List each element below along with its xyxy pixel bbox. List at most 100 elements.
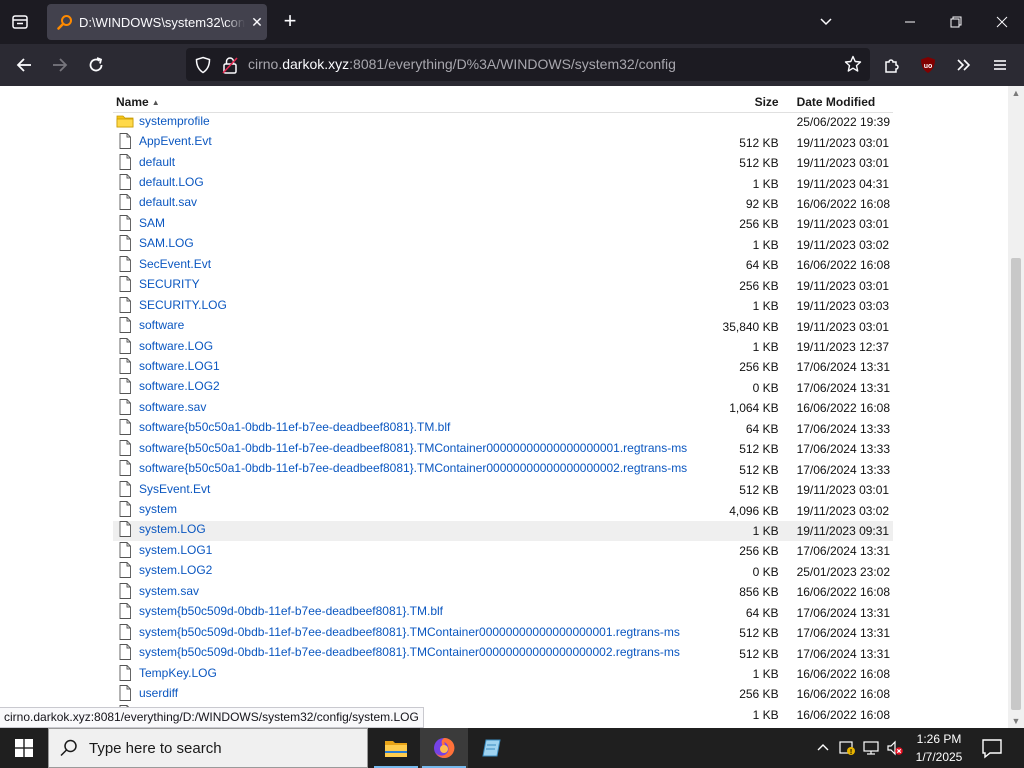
file-link[interactable]: software{b50c50a1-0bdb-11ef-b7ee-deadbee…	[139, 441, 687, 455]
file-link[interactable]: AppEvent.Evt	[139, 134, 212, 148]
table-row[interactable]: system.LOG1 256 KB 17/06/2024 13:31	[113, 541, 893, 561]
file-link[interactable]: default	[139, 155, 175, 169]
volume-muted-icon[interactable]	[884, 728, 906, 768]
ublock-origin-icon[interactable]: uo	[915, 52, 941, 78]
file-link[interactable]: software{b50c50a1-0bdb-11ef-b7ee-deadbee…	[139, 420, 450, 434]
column-header-size[interactable]: Size	[712, 92, 793, 113]
windows-start-icon[interactable]	[0, 728, 48, 768]
file-link[interactable]: default.sav	[139, 195, 197, 209]
table-row[interactable]: SAM.LOG 1 KB 19/11/2023 03:02	[113, 235, 893, 255]
file-link[interactable]: software.LOG1	[139, 359, 220, 373]
file-link[interactable]: SecEvent.Evt	[139, 257, 211, 271]
reload-icon[interactable]	[83, 52, 109, 78]
cell-date: 16/06/2022 16:08	[796, 401, 890, 416]
forward-arrow-icon[interactable]	[47, 52, 73, 78]
file-link[interactable]: software{b50c50a1-0bdb-11ef-b7ee-deadbee…	[139, 461, 687, 475]
table-row[interactable]: system.LOG 1 KB 19/11/2023 09:31	[113, 520, 893, 542]
insecure-lock-icon[interactable]	[222, 56, 238, 74]
scrollbar-thumb[interactable]	[1011, 258, 1021, 710]
tab-list-icon[interactable]	[8, 10, 32, 34]
table-row[interactable]: default 512 KB 19/11/2023 03:01	[113, 153, 893, 173]
file-link[interactable]: system.sav	[139, 584, 199, 598]
tracking-shield-icon[interactable]	[194, 56, 212, 74]
file-link[interactable]: system{b50c509d-0bdb-11ef-b7ee-deadbeef8…	[139, 625, 680, 639]
scroll-down-arrow-icon[interactable]: ▼	[1008, 714, 1024, 728]
list-all-tabs-chevron-icon[interactable]	[812, 8, 840, 36]
taskbar-clock[interactable]: 1:26 PM 1/7/2025	[906, 730, 972, 766]
table-row[interactable]: system{b50c509d-0bdb-11ef-b7ee-deadbeef8…	[113, 623, 893, 643]
cell-name: software.LOG2	[113, 378, 713, 398]
table-row[interactable]: software.sav 1,064 KB 16/06/2022 16:08	[113, 398, 893, 418]
table-row[interactable]: software 35,840 KB 19/11/2023 03:01	[113, 316, 893, 336]
url-text[interactable]: cirno.darkok.xyz:8081/everything/D%3A/WI…	[248, 56, 676, 72]
table-row[interactable]: system.sav 856 KB 16/06/2022 16:08	[113, 582, 893, 602]
file-link[interactable]: system{b50c509d-0bdb-11ef-b7ee-deadbeef8…	[139, 645, 680, 659]
file-link[interactable]: system{b50c509d-0bdb-11ef-b7ee-deadbeef8…	[139, 604, 443, 618]
chevron-double-right-icon[interactable]	[951, 52, 977, 78]
table-row[interactable]: AppEvent.Evt 512 KB 19/11/2023 03:01	[113, 132, 893, 152]
taskbar-search-box[interactable]: Type here to search	[48, 728, 368, 768]
restore-icon[interactable]	[942, 8, 970, 36]
table-row[interactable]: SysEvent.Evt 512 KB 19/11/2023 03:01	[113, 480, 893, 500]
notification-center-icon[interactable]	[980, 736, 1004, 760]
file-link[interactable]: software.sav	[139, 400, 206, 414]
table-row[interactable]: software{b50c50a1-0bdb-11ef-b7ee-deadbee…	[113, 459, 893, 479]
show-hidden-icons-chevron-icon[interactable]	[812, 728, 834, 768]
table-row[interactable]: userdiff 256 KB 16/06/2022 16:08	[113, 684, 893, 704]
table-row[interactable]: system{b50c509d-0bdb-11ef-b7ee-deadbeef8…	[113, 603, 893, 623]
new-tab-button[interactable]: +	[278, 10, 302, 34]
extensions-icon[interactable]	[879, 52, 905, 78]
table-row[interactable]: default.sav 92 KB 16/06/2022 16:08	[113, 194, 893, 214]
file-link[interactable]: system.LOG	[139, 522, 206, 536]
table-row[interactable]: SAM 256 KB 19/11/2023 03:01	[113, 214, 893, 234]
file-explorer-icon[interactable]	[372, 728, 420, 768]
file-link[interactable]: SysEvent.Evt	[139, 482, 210, 496]
file-link[interactable]: userdiff	[139, 686, 178, 700]
cell-date: 16/06/2022 16:08	[796, 707, 890, 722]
file-link[interactable]: system.LOG1	[139, 543, 212, 557]
table-row[interactable]: SecEvent.Evt 64 KB 16/06/2022 16:08	[113, 255, 893, 275]
close-window-icon[interactable]	[988, 8, 1016, 36]
file-link[interactable]: SECURITY	[139, 277, 200, 291]
minimize-icon[interactable]	[896, 8, 924, 36]
scroll-up-arrow-icon[interactable]: ▲	[1008, 86, 1024, 100]
file-link[interactable]: SECURITY.LOG	[139, 298, 227, 312]
table-row[interactable]: software{b50c50a1-0bdb-11ef-b7ee-deadbee…	[113, 439, 893, 459]
file-link[interactable]: software	[139, 318, 184, 332]
table-row[interactable]: systemprofile 25/06/2022 19:39	[113, 112, 893, 132]
table-row[interactable]: TempKey.LOG 1 KB 16/06/2022 16:08	[113, 664, 893, 684]
table-row[interactable]: SECURITY 256 KB 19/11/2023 03:01	[113, 276, 893, 296]
file-icon	[116, 133, 134, 150]
hamburger-menu-icon[interactable]	[987, 52, 1013, 78]
table-row[interactable]: software.LOG1 256 KB 17/06/2024 13:31	[113, 357, 893, 377]
table-row[interactable]: system{b50c509d-0bdb-11ef-b7ee-deadbeef8…	[113, 643, 893, 663]
table-row[interactable]: software.LOG2 0 KB 17/06/2024 13:31	[113, 378, 893, 398]
file-link[interactable]: system	[139, 502, 177, 516]
file-link[interactable]: TempKey.LOG	[139, 666, 217, 680]
file-link[interactable]: system.LOG2	[139, 563, 212, 577]
star-icon[interactable]	[844, 55, 862, 73]
vertical-scrollbar[interactable]: ▲ ▼	[1008, 86, 1024, 728]
back-arrow-icon[interactable]	[11, 52, 37, 78]
notepad-icon[interactable]	[468, 728, 516, 768]
file-link[interactable]: SAM	[139, 216, 165, 230]
column-header-name[interactable]: Name ▲	[113, 92, 713, 113]
table-row[interactable]: system 4,096 KB 19/11/2023 03:02	[113, 500, 893, 520]
table-row[interactable]: default.LOG 1 KB 19/11/2023 04:31	[113, 173, 893, 193]
file-link[interactable]: software.LOG2	[139, 379, 220, 393]
table-row[interactable]: software.LOG 1 KB 19/11/2023 12:37	[113, 337, 893, 357]
table-row[interactable]: system.LOG2 0 KB 25/01/2023 23:02	[113, 562, 893, 582]
address-bar[interactable]: cirno.darkok.xyz:8081/everything/D%3A/WI…	[186, 48, 870, 81]
firefox-icon[interactable]	[420, 728, 468, 768]
file-link[interactable]: software.LOG	[139, 339, 213, 353]
file-link[interactable]: SAM.LOG	[139, 236, 194, 250]
column-header-date[interactable]: Date Modified	[792, 92, 893, 113]
security-warning-icon[interactable]: !	[836, 728, 858, 768]
table-row[interactable]: software{b50c50a1-0bdb-11ef-b7ee-deadbee…	[113, 419, 893, 439]
file-link[interactable]: systemprofile	[139, 114, 210, 128]
tab-close-icon[interactable]: ✕	[249, 14, 265, 30]
table-row[interactable]: SECURITY.LOG 1 KB 19/11/2023 03:03	[113, 296, 893, 316]
file-link[interactable]: default.LOG	[139, 175, 204, 189]
network-icon[interactable]	[860, 728, 882, 768]
browser-tab[interactable]: D:\WINDOWS\system32\config ✕	[47, 4, 267, 40]
